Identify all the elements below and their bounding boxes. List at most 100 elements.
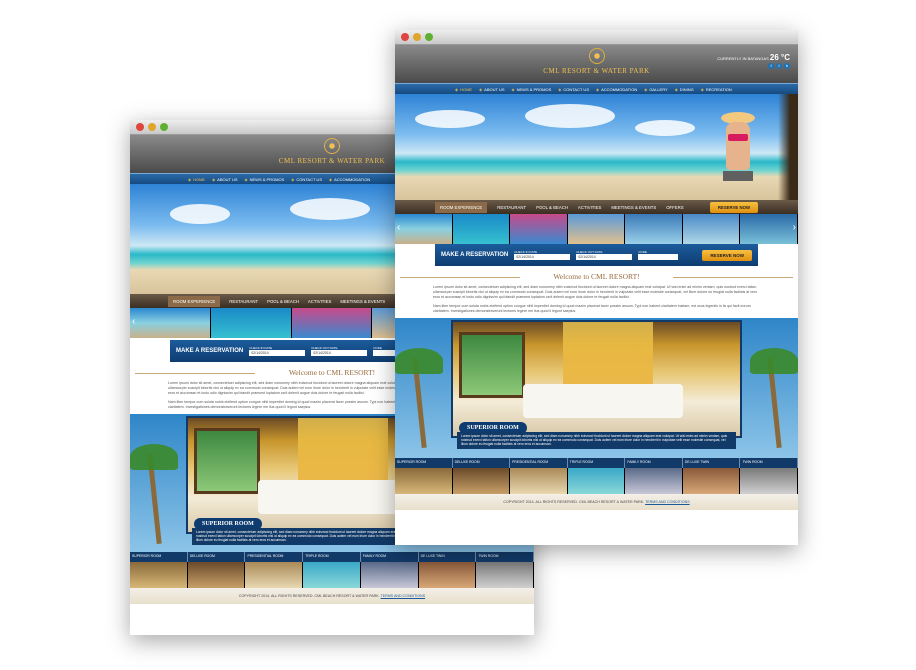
nav-contact-us[interactable]: CONTACT US	[291, 177, 322, 182]
thumbnail[interactable]	[245, 562, 304, 588]
room-superior[interactable]: SUPERIOR ROOM	[130, 552, 188, 562]
close-window-button[interactable]	[401, 33, 409, 41]
thumbnail[interactable]	[510, 214, 568, 244]
thumbnail[interactable]	[625, 214, 683, 244]
tab-pool-beach[interactable]: POOL & BEACH	[267, 299, 299, 304]
minimize-window-button[interactable]	[413, 33, 421, 41]
cloud-shape	[525, 104, 615, 128]
cloud-shape	[635, 120, 695, 136]
nav-about-us[interactable]: ABOUT US	[479, 87, 504, 92]
tab-room-experience[interactable]: ROOM EXPERIENCE	[435, 201, 488, 213]
site-name: CML RESORT & WATER PARK	[543, 67, 650, 75]
site-logo[interactable]: CML RESORT & WATER PARK	[252, 138, 412, 165]
room-deluxe[interactable]: DELUXE ROOM	[188, 552, 246, 562]
room-deluxe-twin[interactable]: DE LUXE TWIN	[683, 458, 741, 468]
nav-accommodation[interactable]: ACCOMMODATION	[596, 87, 637, 92]
checkout-date-field[interactable]: 02/14/2014	[311, 350, 368, 356]
thumbnail[interactable]	[682, 214, 741, 244]
tab-room-experience[interactable]: ROOM EXPERIENCE	[168, 295, 221, 307]
chevron-left-icon[interactable]: ‹	[397, 222, 400, 233]
minimize-window-button[interactable]	[148, 123, 156, 131]
code-field[interactable]	[638, 254, 679, 260]
reserve-now-button[interactable]: RESERVE NOW	[702, 249, 752, 261]
tab-activities[interactable]: ACTIVITIES	[308, 299, 331, 304]
nav-news-promos[interactable]: NEWS & PROMOS	[245, 177, 285, 182]
room-type-list: SUPERIOR ROOM DELUXE ROOM PRESIDENTIAL R…	[395, 458, 798, 468]
thumbnail[interactable]	[395, 214, 453, 244]
reservation-title: MAKE A RESERVATION	[441, 252, 509, 258]
emblem-icon	[324, 138, 340, 154]
nav-gallery[interactable]: GALLERY	[644, 87, 667, 92]
browser-window-front: CML RESORT & WATER PARK CURRENTLY IN BAT…	[395, 30, 798, 545]
temperature: 26 °C	[769, 53, 790, 62]
thumbnail[interactable]	[625, 468, 683, 494]
room-triple[interactable]: TRIPLE ROOM	[303, 552, 361, 562]
room-superior[interactable]: SUPERIOR ROOM	[395, 458, 453, 468]
checkin-date-field[interactable]: 02/14/2014	[514, 254, 571, 260]
facebook-icon[interactable]: f	[768, 63, 774, 69]
maximize-window-button[interactable]	[160, 123, 168, 131]
site-logo[interactable]: CML RESORT & WATER PARK	[517, 48, 677, 75]
tab-restaurant[interactable]: RESTAURANT	[497, 205, 526, 210]
nav-home[interactable]: HOME	[188, 177, 205, 182]
room-family[interactable]: FAMILY ROOM	[625, 458, 683, 468]
twitter-icon[interactable]: t	[776, 63, 782, 69]
room-presidential[interactable]: PRESIDENTIAL ROOM	[510, 458, 568, 468]
thumbnail[interactable]	[452, 468, 511, 494]
thumbnail[interactable]	[130, 308, 211, 338]
checkout-date-field[interactable]: 02/14/2014	[576, 254, 633, 260]
tab-meetings-events[interactable]: MEETINGS & EVENTS	[611, 205, 656, 210]
thumbnail[interactable]	[360, 562, 419, 588]
thumbnail[interactable]	[187, 562, 246, 588]
thumbnail[interactable]	[395, 468, 453, 494]
terms-link[interactable]: TERMS AND CONDITIONS	[381, 594, 426, 598]
checkin-date-field[interactable]: 02/14/2014	[249, 350, 306, 356]
nav-news-promos[interactable]: NEWS & PROMOS	[512, 87, 552, 92]
tab-restaurant[interactable]: RESTAURANT	[229, 299, 258, 304]
thumbnail[interactable]	[510, 468, 568, 494]
tab-activities[interactable]: ACTIVITIES	[578, 205, 601, 210]
close-window-button[interactable]	[136, 123, 144, 131]
thumbnail[interactable]	[210, 308, 292, 338]
main-nav: HOME ABOUT US NEWS & PROMOS CONTACT US A…	[395, 83, 798, 94]
thumbnail[interactable]	[452, 214, 511, 244]
site-footer: COPYRIGHT 2014. ALL RIGHTS RESERVED. CML…	[395, 494, 798, 510]
room-twin[interactable]: TWIN ROOM	[476, 552, 534, 562]
thumbnail[interactable]	[740, 468, 798, 494]
thumbnail[interactable]	[682, 468, 741, 494]
tab-offers[interactable]: OFFERS	[666, 205, 683, 210]
room-presidential[interactable]: PRESIDENTIAL ROOM	[245, 552, 304, 562]
terms-link[interactable]: TERMS AND CONDITIONS	[645, 500, 690, 504]
nav-accommodation[interactable]: ACCOMMODATION	[329, 177, 370, 182]
room-triple[interactable]: TRIPLE ROOM	[568, 458, 626, 468]
nav-recreation[interactable]: RECREATION	[701, 87, 732, 92]
chevron-right-icon[interactable]: ›	[793, 222, 796, 233]
tab-pool-beach[interactable]: POOL & BEACH	[536, 205, 568, 210]
room-deluxe[interactable]: DELUXE ROOM	[453, 458, 511, 468]
thumbnail[interactable]	[130, 562, 188, 588]
nav-contact-us[interactable]: CONTACT US	[558, 87, 589, 92]
thumbnail[interactable]	[418, 562, 477, 588]
nav-dining[interactable]: DINING	[675, 87, 694, 92]
thumbnail[interactable]	[567, 468, 626, 494]
cloud-shape	[290, 198, 370, 220]
room-twin[interactable]: TWIN ROOM	[740, 458, 798, 468]
room-photo	[451, 320, 742, 438]
blog-icon[interactable]: b	[784, 63, 790, 69]
thumbnail[interactable]	[291, 308, 373, 338]
thumbnail[interactable]	[303, 562, 361, 588]
palm-tree-graphic	[130, 424, 178, 545]
chevron-left-icon[interactable]: ‹	[132, 316, 135, 327]
tab-meetings-events[interactable]: MEETINGS & EVENTS	[340, 299, 385, 304]
reserve-now-tab-button[interactable]: RESERVE NOW	[709, 201, 758, 213]
room-deluxe-twin[interactable]: DE LUXE TWIN	[419, 552, 477, 562]
nav-about-us[interactable]: ABOUT US	[212, 177, 237, 182]
emblem-icon	[588, 48, 605, 64]
thumbnail[interactable]	[740, 214, 798, 244]
maximize-window-button[interactable]	[425, 33, 433, 41]
room-family[interactable]: FAMILY ROOM	[361, 552, 419, 562]
nav-home[interactable]: HOME	[455, 87, 472, 92]
copyright-text: COPYRIGHT 2014. ALL RIGHTS RESERVED. CML…	[503, 500, 645, 504]
thumbnail[interactable]	[476, 562, 534, 588]
thumbnail[interactable]	[567, 214, 626, 244]
